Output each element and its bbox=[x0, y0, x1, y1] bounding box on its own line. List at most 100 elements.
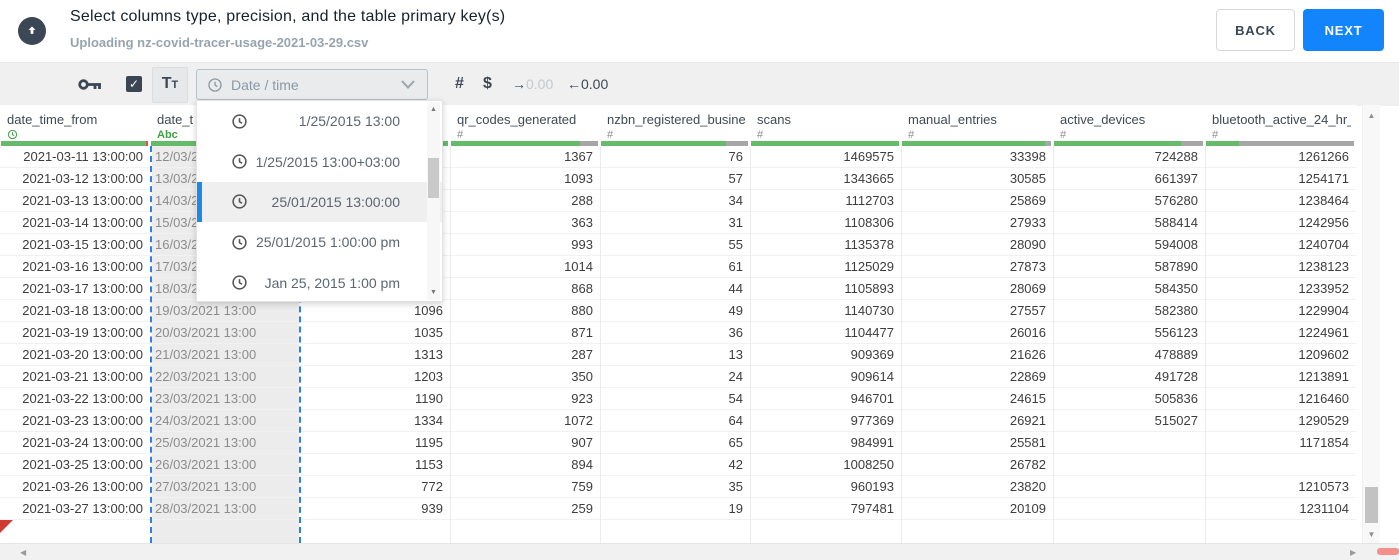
table-cell: 1313 bbox=[414, 347, 443, 362]
column-header[interactable]: nzbn_registered_busine bbox=[607, 112, 745, 127]
currency-type-button[interactable]: $ bbox=[483, 75, 492, 93]
increase-decimal-button[interactable]: →0.00 bbox=[512, 76, 553, 92]
vertical-scrollbar[interactable]: ▲ ▼ bbox=[1362, 105, 1380, 543]
table-cell: 1203 bbox=[414, 369, 443, 384]
table-cell: 26/03/2021 13:00 bbox=[155, 457, 257, 472]
scroll-left-icon[interactable]: ◀ bbox=[20, 548, 26, 557]
table-cell: 64 bbox=[728, 413, 743, 428]
next-button[interactable]: NEXT bbox=[1303, 9, 1384, 51]
date-format-option[interactable]: 1/25/2015 13:00 bbox=[197, 101, 442, 141]
table-cell: 1231104 bbox=[1299, 501, 1349, 516]
integer-type-button[interactable]: # bbox=[455, 75, 464, 93]
scroll-down-icon[interactable]: ▼ bbox=[427, 289, 440, 296]
overflow-flag-icon bbox=[0, 520, 13, 533]
table-cell: 582380 bbox=[1154, 303, 1198, 318]
horizontal-scrollbar-thumb[interactable] bbox=[1377, 548, 1399, 555]
dropdown-scrollbar-thumb[interactable] bbox=[428, 158, 439, 198]
table-cell: 27/03/2021 13:00 bbox=[155, 479, 257, 494]
table-cell: 26782 bbox=[1009, 457, 1046, 472]
table-cell: 54 bbox=[728, 391, 743, 406]
table-cell: 26921 bbox=[1009, 413, 1046, 428]
table-cell: 1209602 bbox=[1298, 347, 1349, 362]
table-cell: 42 bbox=[728, 457, 743, 472]
table-cell: 24/03/2021 13:00 bbox=[155, 413, 257, 428]
table-cell: 25/03/2021 13:00 bbox=[155, 435, 257, 450]
table-cell: 28069 bbox=[1009, 281, 1046, 296]
scroll-up-icon[interactable]: ▲ bbox=[427, 106, 440, 113]
table-cell: 55 bbox=[728, 237, 743, 252]
date-format-option[interactable]: 25/01/2015 1:00:00 pm bbox=[197, 222, 442, 262]
table-cell: 35 bbox=[728, 479, 743, 494]
table-cell: 797481 bbox=[850, 501, 894, 516]
table-cell: 1096 bbox=[414, 303, 443, 318]
column-header[interactable]: date_time_from bbox=[7, 112, 145, 127]
column-header[interactable]: active_devices bbox=[1060, 112, 1200, 127]
horizontal-scrollbar[interactable]: ◀ ▶ bbox=[0, 543, 1399, 560]
column-header[interactable]: manual_entries bbox=[908, 112, 1048, 127]
app-header: Select columns type, precision, and the … bbox=[0, 0, 1399, 62]
vertical-scrollbar-thumb[interactable] bbox=[1365, 487, 1378, 523]
column-header[interactable]: qr_codes_generated bbox=[457, 112, 595, 127]
include-column-checkbox[interactable]: ✓ bbox=[126, 76, 142, 92]
table-row: 2021-03-21 13:00:00 22/03/2021 13:00 1203 3… bbox=[0, 366, 1356, 388]
scroll-down-icon[interactable]: ▼ bbox=[1363, 530, 1380, 539]
date-format-option-label: 25/01/2015 1:00:00 pm bbox=[255, 234, 400, 251]
table-cell: 22/03/2021 13:00 bbox=[155, 369, 257, 384]
table-cell: 977369 bbox=[850, 413, 894, 428]
table-cell: 2021-03-11 13:00:00 bbox=[23, 149, 143, 164]
table-cell: 584350 bbox=[1154, 281, 1198, 296]
table-cell: 287 bbox=[571, 347, 593, 362]
table-cell: 1072 bbox=[564, 413, 593, 428]
column-header[interactable]: scans bbox=[757, 112, 896, 127]
date-format-option[interactable]: 25/01/2015 13:00:00 bbox=[197, 181, 442, 223]
table-cell: 993 bbox=[571, 237, 593, 252]
back-button[interactable]: BACK bbox=[1216, 9, 1295, 51]
table-cell: 772 bbox=[421, 479, 443, 494]
table-cell: 515027 bbox=[1154, 413, 1198, 428]
date-format-option[interactable]: Jan 25, 2015 1:00 pm bbox=[197, 263, 442, 303]
decrease-decimal-button[interactable]: ←0.00 bbox=[567, 76, 608, 92]
table-cell: 1240704 bbox=[1298, 237, 1349, 252]
table-cell: 28090 bbox=[1009, 237, 1046, 252]
table-cell: 1140730 bbox=[844, 303, 894, 318]
selected-column-border bbox=[150, 146, 152, 543]
table-cell: 363 bbox=[571, 215, 593, 230]
table-cell: 2021-03-25 13:00:00 bbox=[22, 457, 143, 472]
table-cell: 24 bbox=[728, 369, 743, 384]
column-header[interactable]: bluetooth_active_24_hr_ bbox=[1212, 112, 1351, 127]
table-cell: 1216460 bbox=[1298, 391, 1349, 406]
table-cell: 1125029 bbox=[844, 259, 894, 274]
table-cell: 1105893 bbox=[844, 281, 894, 296]
table-cell: 1261266 bbox=[1298, 149, 1349, 164]
number-type-indicator: # bbox=[457, 129, 464, 141]
table-cell: 13 bbox=[728, 347, 743, 362]
column-type-select[interactable]: Date / time bbox=[196, 69, 428, 100]
table-cell: 1210573 bbox=[1298, 479, 1349, 494]
dropdown-scrollbar[interactable]: ▲ ▼ bbox=[427, 102, 440, 300]
table-cell: 65 bbox=[728, 435, 743, 450]
table-cell: 2021-03-13 13:00:00 bbox=[22, 193, 143, 208]
text-type-button[interactable]: TT bbox=[152, 67, 188, 103]
number-type-indicator: # bbox=[607, 129, 614, 141]
table-cell: 894 bbox=[571, 457, 593, 472]
scroll-up-icon[interactable]: ▲ bbox=[1363, 111, 1380, 120]
table-row: 2021-03-18 13:00:00 19/03/2021 13:00 1096 8… bbox=[0, 300, 1356, 322]
primary-key-icon[interactable] bbox=[78, 78, 102, 96]
table-row: 2021-03-27 13:00:00 28/03/2021 13:00 939 25… bbox=[0, 498, 1356, 520]
table-cell: 1469575 bbox=[843, 149, 894, 164]
table-cell: 27873 bbox=[1009, 259, 1046, 274]
table-cell: 1334 bbox=[414, 413, 443, 428]
date-format-option[interactable]: 1/25/2015 13:00+03:00 bbox=[197, 141, 442, 181]
table-cell: 1343665 bbox=[843, 171, 894, 186]
table-cell: 880 bbox=[571, 303, 593, 318]
table-cell: 20/03/2021 13:00 bbox=[155, 325, 257, 340]
clock-icon bbox=[231, 153, 248, 170]
table-cell: 868 bbox=[571, 281, 593, 296]
text-type-indicator: Abc bbox=[157, 129, 178, 141]
table-cell: 76 bbox=[728, 149, 743, 164]
column-type-select-value: Date / time bbox=[231, 76, 299, 93]
table-cell: 1190 bbox=[415, 391, 443, 406]
scroll-right-icon[interactable]: ▶ bbox=[1350, 548, 1356, 557]
table-cell: 1112703 bbox=[845, 193, 894, 208]
table-cell: 1008250 bbox=[843, 457, 894, 472]
